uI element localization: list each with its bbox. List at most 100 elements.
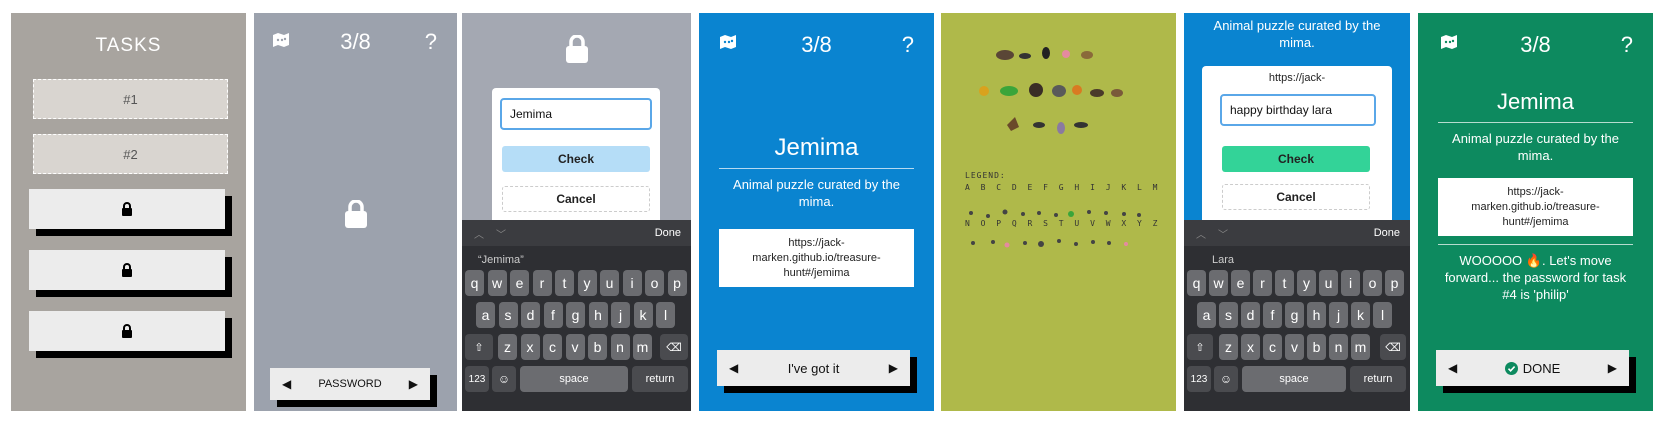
key-u[interactable]: u [1319,270,1338,296]
answer-dialog: https://jack- happy birthday lara Check … [1202,66,1392,226]
key-b[interactable]: b [588,334,607,360]
key-v[interactable]: v [1285,334,1304,360]
key-m[interactable]: m [1351,334,1370,360]
task-locked-5[interactable] [29,311,225,351]
return-key[interactable]: return [632,366,688,392]
check-button[interactable]: Check [1222,146,1370,172]
key-a[interactable]: a [476,302,495,328]
key-c[interactable]: c [1263,334,1282,360]
help-button[interactable]: ? [1621,32,1633,58]
key-f[interactable]: f [543,302,563,328]
key-k[interactable]: k [1351,302,1370,328]
key-h[interactable]: h [588,302,608,328]
password-input[interactable]: Jemima [500,98,652,130]
key-o[interactable]: o [1363,270,1382,296]
locked-task-screen: 3/8 ? ◀ PASSWORD ▶ [254,13,457,411]
key-n[interactable]: n [610,334,630,360]
key-a[interactable]: a [1197,302,1216,328]
key-m[interactable]: m [633,334,652,360]
key-u[interactable]: u [600,270,619,296]
done-button[interactable]: ◀ DONE ▶ [1436,350,1629,386]
key-h[interactable]: h [1307,302,1326,328]
task-2-button[interactable]: #2 [33,134,228,174]
key-r[interactable]: r [532,270,552,296]
key-w[interactable]: w [487,270,507,296]
next-field-icon[interactable]: ﹀ [1218,226,1228,241]
key-b[interactable]: b [1307,334,1326,360]
key-o[interactable]: o [645,270,664,296]
key-y[interactable]: y [577,270,597,296]
keyboard-suggestion[interactable]: “Jemima” [478,254,524,266]
arrow-right-icon: ▶ [1607,361,1617,375]
key-l[interactable]: l [656,302,675,328]
clue-url[interactable]: https://jack-marken.github.io/treasure-h… [719,229,914,287]
key-j[interactable]: j [611,302,630,328]
return-key[interactable]: return [1350,366,1406,392]
key-d[interactable]: d [1241,302,1260,328]
backspace-key[interactable]: ⌫ [1380,334,1406,360]
key-z[interactable]: z [1219,334,1238,360]
key-w[interactable]: w [1209,270,1228,296]
keyboard-suggestion[interactable]: Lara [1212,254,1234,266]
animal-puzzle-image: LEGEND: A B C D E F G H I J K L M N O P … [941,13,1176,411]
key-t[interactable]: t [555,270,574,296]
key-s[interactable]: s [1219,302,1238,328]
task-locked-3[interactable] [29,189,225,229]
key-g[interactable]: g [566,302,585,328]
prev-field-icon[interactable]: ︿ [474,226,484,241]
key-p[interactable]: p [1385,270,1404,296]
arrow-right-icon: ▶ [888,361,898,375]
key-q[interactable]: q [465,270,484,296]
key-j[interactable]: j [1329,302,1348,328]
key-n[interactable]: n [1329,334,1348,360]
emoji-key[interactable]: ☺ [492,366,516,392]
key-p[interactable]: p [667,270,687,296]
key-g[interactable]: g [1285,302,1304,328]
got-it-button[interactable]: ◀ I've got it ▶ [717,350,910,386]
key-q[interactable]: q [1187,270,1206,296]
key-l[interactable]: l [1373,302,1392,328]
key-f[interactable]: f [1263,302,1282,328]
cancel-button[interactable]: Cancel [1222,184,1370,210]
key-i[interactable]: i [1341,270,1360,296]
key-c[interactable]: c [543,334,562,360]
keyboard-toolbar: ︿ ﹀ Done [462,220,691,246]
key-x[interactable]: x [520,334,540,360]
key-x[interactable]: x [1241,334,1260,360]
key-k[interactable]: k [633,302,653,328]
backspace-key[interactable]: ⌫ [660,334,688,360]
key-r[interactable]: r [1253,270,1272,296]
key-s[interactable]: s [498,302,518,328]
check-circle-icon [1504,361,1518,375]
space-key[interactable]: space [1242,366,1346,392]
task-1-button[interactable]: #1 [33,79,228,119]
answer-input[interactable]: happy birthday lara [1220,94,1376,126]
key-d[interactable]: d [521,302,540,328]
numbers-key[interactable]: 123 [465,366,489,392]
shift-key[interactable]: ⇧ [1187,334,1213,360]
clue-url-partial[interactable]: https://jack- [1202,72,1392,84]
keyboard-done-button[interactable]: Done [655,227,681,239]
key-e[interactable]: e [1231,270,1250,296]
shift-key[interactable]: ⇧ [465,334,493,360]
clue-url[interactable]: https://jack-marken.github.io/treasure-h… [1438,178,1633,236]
help-button[interactable]: ? [902,32,914,58]
prev-field-icon[interactable]: ︿ [1196,226,1206,241]
cancel-button[interactable]: Cancel [502,186,650,212]
key-v[interactable]: v [565,334,585,360]
key-e[interactable]: e [510,270,529,296]
keyboard: ︿ ﹀ Done Lara qwertyuiop asdfghjkl zxcvb… [1184,220,1410,411]
emoji-key[interactable]: ☺ [1214,366,1238,392]
help-button[interactable]: ? [425,29,437,55]
key-t[interactable]: t [1275,270,1294,296]
key-y[interactable]: y [1297,270,1316,296]
space-key[interactable]: space [520,366,628,392]
task-locked-4[interactable] [29,250,225,290]
check-button[interactable]: Check [502,146,650,172]
key-z[interactable]: z [498,334,517,360]
key-i[interactable]: i [622,270,642,296]
numbers-key[interactable]: 123 [1187,366,1211,392]
keyboard-done-button[interactable]: Done [1374,227,1400,239]
next-field-icon[interactable]: ﹀ [496,226,506,241]
password-button[interactable]: ◀ PASSWORD ▶ [270,368,430,400]
